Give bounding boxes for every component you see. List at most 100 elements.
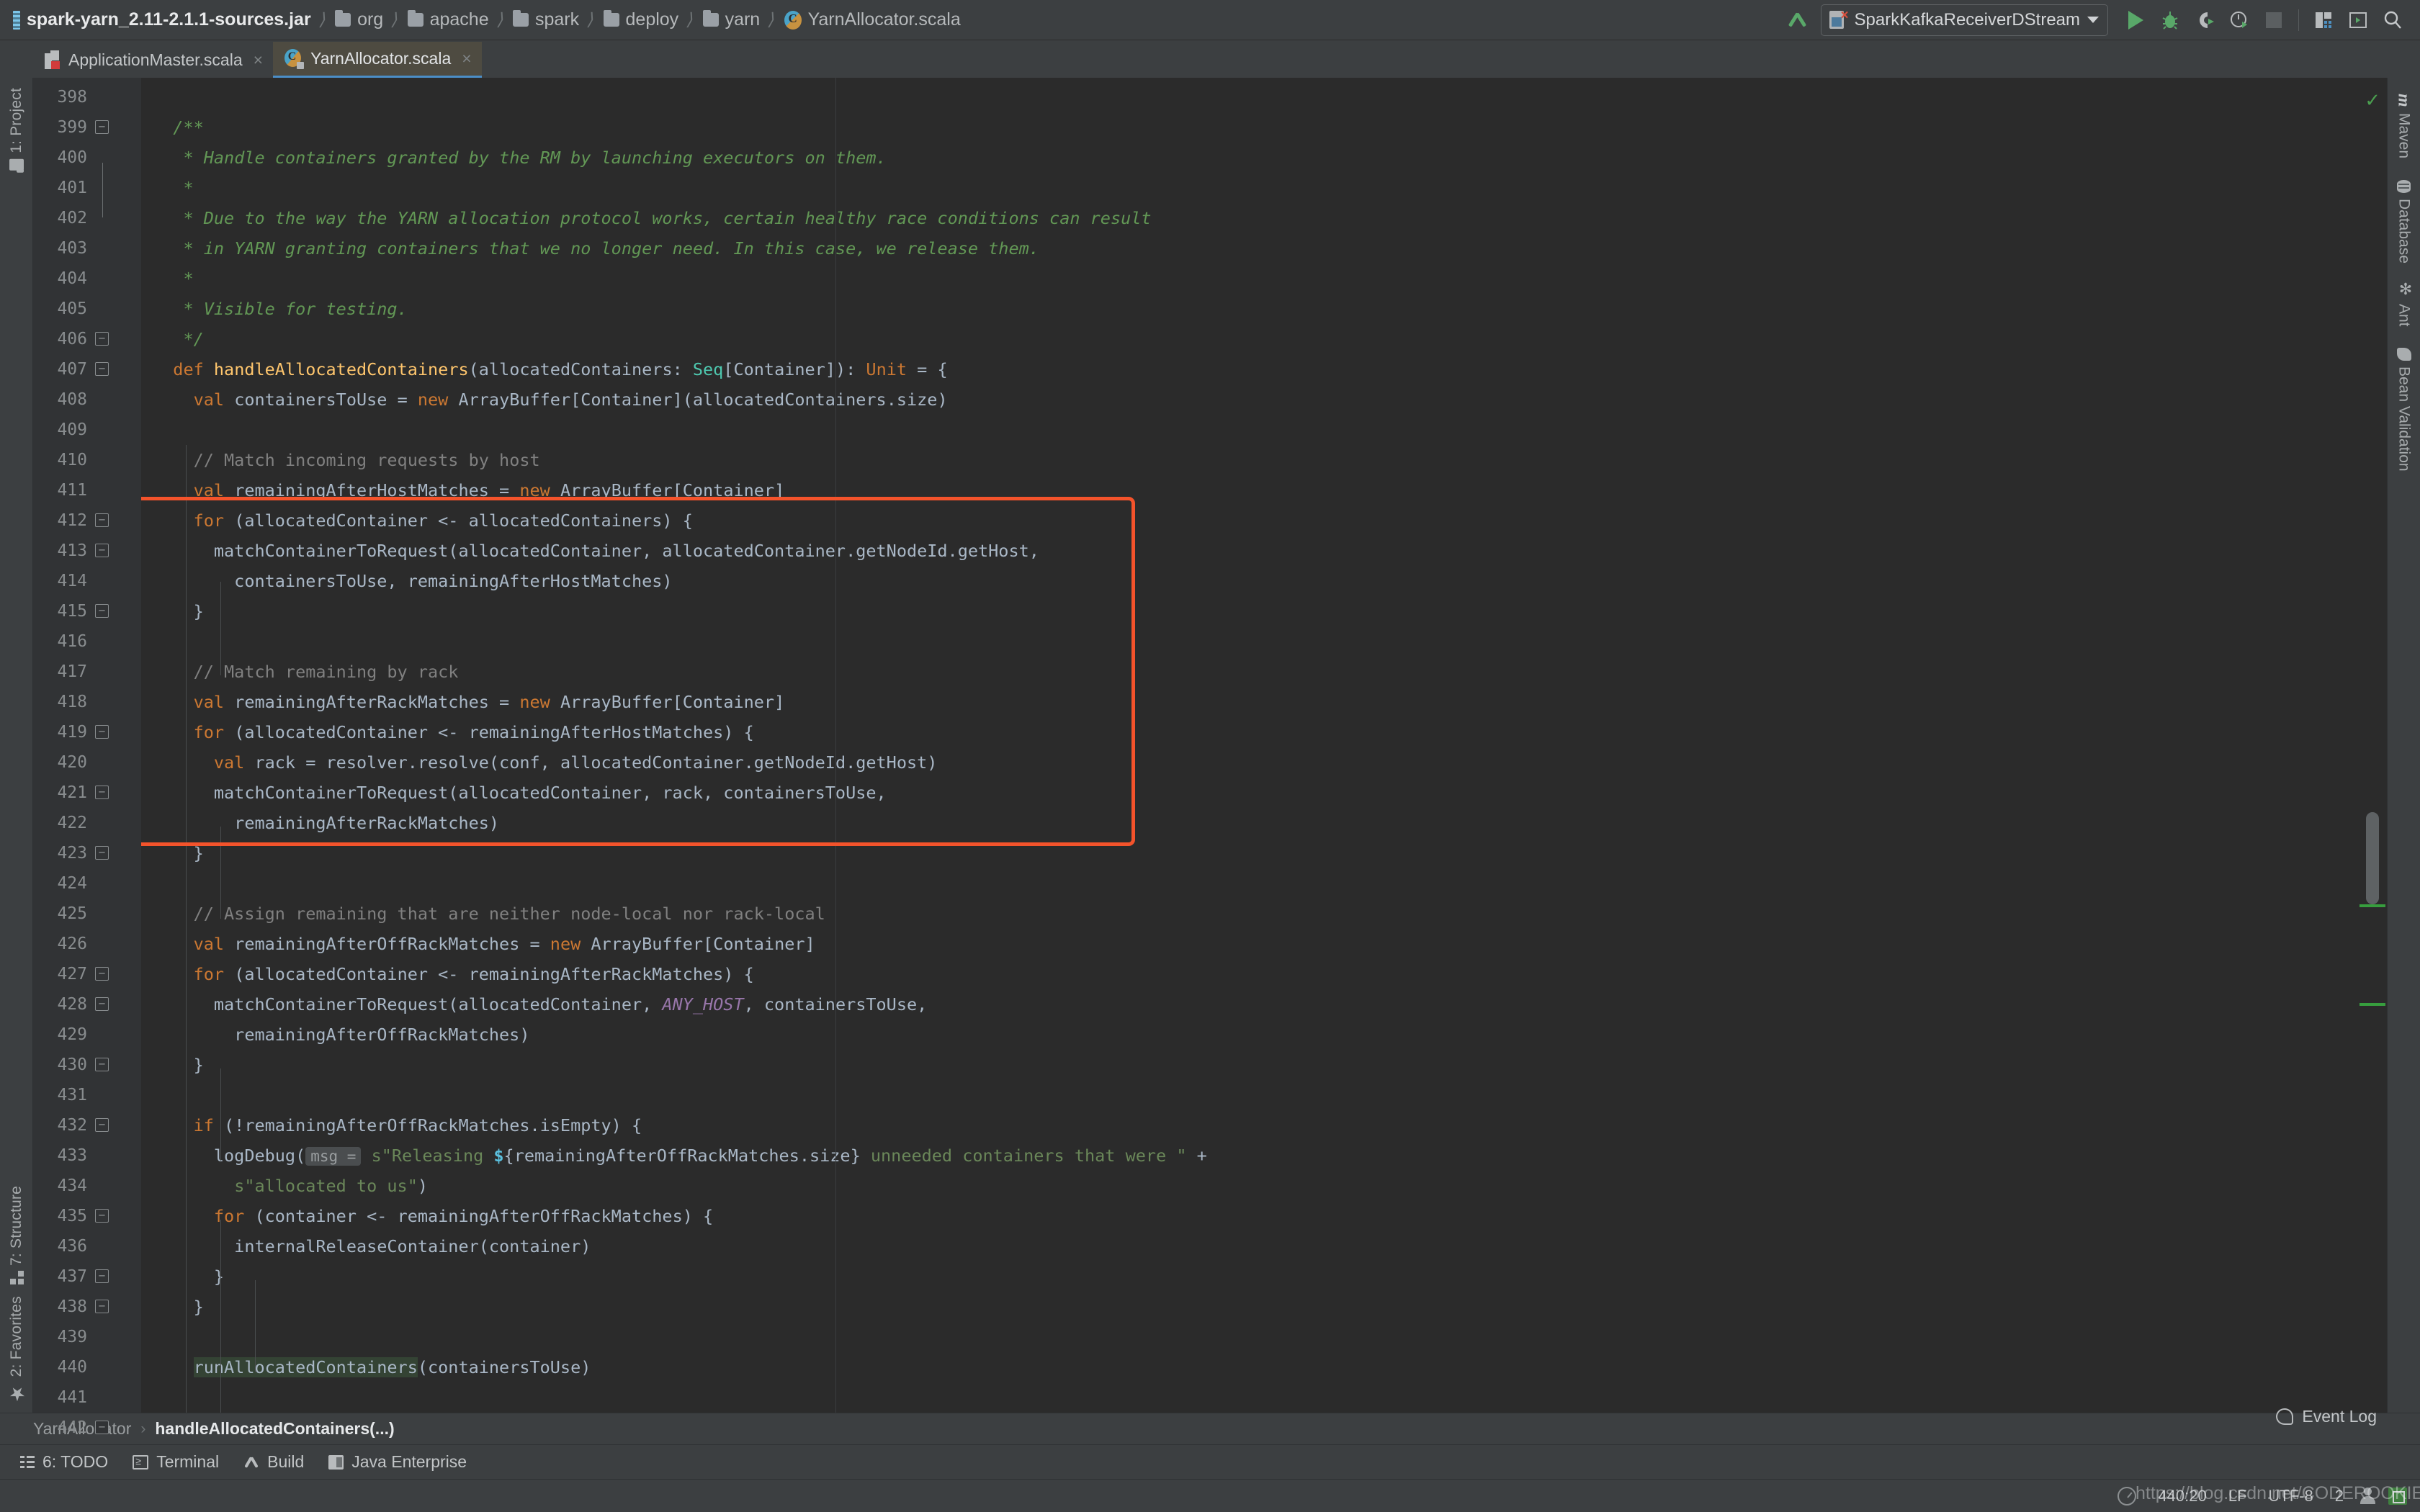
scrollbar-marker[interactable] bbox=[2360, 904, 2385, 907]
code-line[interactable]: logDebug(msg = s"Releasing ${remainingAf… bbox=[141, 1140, 2358, 1171]
run-configuration-selector[interactable]: × SparkKafkaReceiverDStream bbox=[1820, 4, 2108, 36]
code-line[interactable]: */ bbox=[141, 324, 2358, 354]
editor-code-area[interactable]: /** * Handle containers granted by the R… bbox=[141, 78, 2358, 1413]
code-line[interactable]: // Match incoming requests by host bbox=[141, 445, 2358, 475]
tool-window-build[interactable]: Build bbox=[243, 1452, 304, 1472]
code-line[interactable]: containersToUse, remainingAfterHostMatch… bbox=[141, 566, 2358, 596]
code-line[interactable]: } bbox=[141, 1292, 2358, 1322]
fold-end-icon[interactable]: − bbox=[95, 332, 109, 346]
tool-window-java-enterprise[interactable]: Java Enterprise bbox=[328, 1452, 467, 1472]
code-line[interactable]: * in YARN granting containers that we no… bbox=[141, 233, 2358, 264]
project-structure-button[interactable] bbox=[2306, 4, 2341, 36]
code-line[interactable]: runAllocatedContainers(containersToUse) bbox=[141, 1352, 2358, 1382]
debug-button[interactable] bbox=[2153, 4, 2187, 36]
run-button[interactable] bbox=[2118, 4, 2153, 36]
breadcrumb-method[interactable]: handleAllocatedContainers(...) bbox=[155, 1419, 394, 1439]
fold-collapse-icon[interactable]: − bbox=[95, 725, 109, 739]
code-line[interactable]: // Assign remaining that are neither nod… bbox=[141, 899, 2358, 929]
code-line[interactable]: matchContainerToRequest(allocatedContain… bbox=[141, 536, 2358, 566]
scrollbar-marker[interactable] bbox=[2360, 1003, 2385, 1006]
make-project-button[interactable] bbox=[1780, 4, 1815, 36]
code-line[interactable]: matchContainerToRequest(allocatedContain… bbox=[141, 778, 2358, 808]
code-line[interactable]: for (allocatedContainer <- remainingAfte… bbox=[141, 717, 2358, 747]
code-line[interactable]: internalReleaseContainer(container) bbox=[141, 1231, 2358, 1261]
code-line[interactable]: * bbox=[141, 264, 2358, 294]
fold-end-icon[interactable]: − bbox=[95, 1300, 109, 1313]
code-editor[interactable]: 398 399− 400 401 402 403 404 405 406−407− 408 409 4… bbox=[33, 78, 2387, 1437]
code-line[interactable]: for (container <- remainingAfterOffRackM… bbox=[141, 1201, 2358, 1231]
code-line[interactable]: val remainingAfterOffRackMatches = new A… bbox=[141, 929, 2358, 959]
code-line[interactable]: for (allocatedContainer <- allocatedCont… bbox=[141, 505, 2358, 536]
code-line[interactable] bbox=[141, 626, 2358, 657]
fold-collapse-icon[interactable]: − bbox=[95, 513, 109, 527]
inspection-status-icon[interactable] bbox=[2118, 1486, 2137, 1506]
fold-collapse-icon[interactable]: − bbox=[95, 786, 109, 799]
editor-scrollbar-thumb[interactable] bbox=[2366, 812, 2379, 904]
code-line[interactable] bbox=[141, 1382, 2358, 1413]
fold-collapse-icon[interactable]: − bbox=[95, 1421, 109, 1434]
code-line[interactable]: matchContainerToRequest(allocatedContain… bbox=[141, 989, 2358, 1020]
fold-end-icon[interactable]: − bbox=[95, 1058, 109, 1071]
fold-collapse-icon[interactable]: − bbox=[95, 362, 109, 376]
code-line[interactable]: if (!remainingAfterOffRackMatches.isEmpt… bbox=[141, 1110, 2358, 1140]
sidebar-item-ant[interactable]: Ant bbox=[2396, 276, 2416, 340]
profile-button[interactable] bbox=[2222, 4, 2257, 36]
breadcrumb-yarn[interactable]: yarn bbox=[702, 6, 762, 35]
code-line[interactable] bbox=[141, 868, 2358, 899]
breadcrumb-org[interactable]: org bbox=[333, 6, 385, 35]
fold-end-icon[interactable]: − bbox=[95, 1269, 109, 1283]
code-line[interactable]: val containersToUse = new ArrayBuffer[Co… bbox=[141, 384, 2358, 415]
code-line[interactable]: val remainingAfterHostMatches = new Arra… bbox=[141, 475, 2358, 505]
tab-yarn-allocator[interactable]: C YarnAllocator.scala × bbox=[273, 42, 482, 78]
fold-end-icon[interactable]: − bbox=[95, 604, 109, 618]
close-icon[interactable]: × bbox=[254, 50, 263, 70]
code-line[interactable]: s"allocated to us") bbox=[141, 1171, 2358, 1201]
sidebar-item-project[interactable]: 1: Project bbox=[8, 82, 25, 176]
breadcrumb-file[interactable]: YarnAllocator.scala bbox=[783, 6, 962, 35]
code-line[interactable]: for (allocatedContainer <- remainingAfte… bbox=[141, 959, 2358, 989]
breadcrumb-jar[interactable]: spark-yarn_2.11-2.1.1-sources.jar bbox=[12, 6, 313, 35]
indent-size[interactable]: 2 bbox=[2335, 1487, 2344, 1506]
editor-marker-strip[interactable]: ✓ bbox=[2358, 78, 2387, 1413]
editor-gutter[interactable]: 398 399− 400 401 402 403 404 405 406−407− 408 409 4… bbox=[33, 78, 141, 1437]
search-everywhere-button[interactable] bbox=[2375, 4, 2410, 36]
breadcrumb-apache[interactable]: apache bbox=[406, 6, 490, 35]
fold-collapse-icon[interactable]: − bbox=[95, 967, 109, 981]
terminal-button[interactable] bbox=[2341, 4, 2375, 36]
code-line[interactable] bbox=[141, 1080, 2358, 1110]
caret-position[interactable]: 440:20 bbox=[2158, 1487, 2206, 1506]
sidebar-item-database[interactable]: Database bbox=[2396, 171, 2413, 276]
code-line[interactable]: val rack = resolver.resolve(conf, alloca… bbox=[141, 747, 2358, 778]
fold-collapse-icon[interactable]: − bbox=[95, 997, 109, 1011]
fold-collapse-icon[interactable]: − bbox=[95, 1118, 109, 1132]
tool-window-todo[interactable]: 6: TODO bbox=[20, 1452, 108, 1472]
sidebar-item-maven[interactable]: m Maven bbox=[2395, 85, 2414, 171]
code-line[interactable]: * Due to the way the YARN allocation pro… bbox=[141, 203, 2358, 233]
code-line[interactable]: remainingAfterOffRackMatches) bbox=[141, 1020, 2358, 1050]
code-line[interactable]: } bbox=[141, 1261, 2358, 1292]
sidebar-item-structure[interactable]: 7: Structure bbox=[8, 1180, 25, 1290]
code-line[interactable] bbox=[141, 415, 2358, 445]
code-line[interactable]: * bbox=[141, 173, 2358, 203]
breadcrumb-deploy[interactable]: deploy bbox=[602, 6, 681, 35]
code-line[interactable]: val remainingAfterRackMatches = new Arra… bbox=[141, 687, 2358, 717]
sidebar-item-favorites[interactable]: ★ 2: Favorites bbox=[6, 1290, 27, 1410]
code-line[interactable]: } bbox=[141, 838, 2358, 868]
breadcrumb-spark[interactable]: spark bbox=[511, 6, 581, 35]
run-with-coverage-button[interactable] bbox=[2187, 4, 2222, 36]
line-separator[interactable]: LF bbox=[2228, 1487, 2247, 1506]
code-line[interactable]: // Match remaining by rack bbox=[141, 657, 2358, 687]
code-line[interactable]: def handleAllocatedContainers(allocatedC… bbox=[141, 354, 2358, 384]
code-line[interactable]: /** bbox=[141, 112, 2358, 143]
fold-end-icon[interactable]: − bbox=[95, 846, 109, 860]
code-line[interactable] bbox=[141, 1322, 2358, 1352]
tool-window-terminal[interactable]: Terminal bbox=[133, 1452, 219, 1472]
fold-collapse-icon[interactable]: − bbox=[95, 120, 109, 134]
code-line[interactable]: * Handle containers granted by the RM by… bbox=[141, 143, 2358, 173]
lock-icon[interactable] bbox=[2388, 1487, 2407, 1505]
tab-application-master[interactable]: ApplicationMaster.scala × bbox=[33, 42, 273, 78]
fold-collapse-icon[interactable]: − bbox=[95, 544, 109, 557]
file-encoding[interactable]: UTF-8 bbox=[2268, 1487, 2313, 1506]
code-line[interactable]: remainingAfterRackMatches) bbox=[141, 808, 2358, 838]
code-line[interactable]: * Visible for testing. bbox=[141, 294, 2358, 324]
